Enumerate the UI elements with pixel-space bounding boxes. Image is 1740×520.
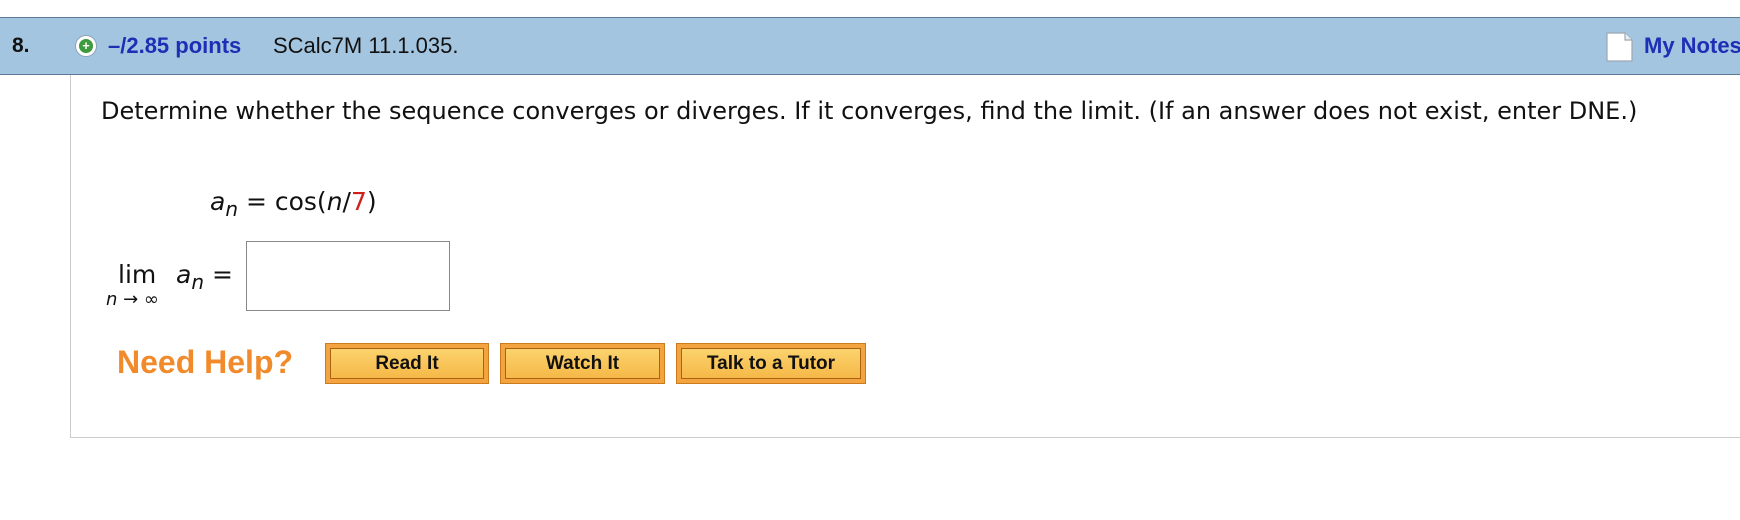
- formula-var: a: [210, 187, 226, 216]
- limit-var-subscript: n: [191, 270, 205, 294]
- my-notes-link[interactable]: My Notes: [1644, 33, 1740, 59]
- limit-subscript: n → ∞: [106, 289, 159, 310]
- points-label: –/2.85 points: [108, 33, 242, 58]
- question-prompt: Determine whether the sequence converges…: [101, 97, 1638, 125]
- formula-slash: /: [342, 187, 351, 216]
- formula-close-paren: ): [366, 187, 377, 216]
- question-header: 8. + –/2.85 points SCalc7M 11.1.035. My …: [0, 17, 1740, 75]
- limit-answer-input[interactable]: [246, 241, 450, 311]
- sequence-formula: an = cos(n/7): [210, 187, 377, 221]
- document-icon[interactable]: [1606, 32, 1633, 62]
- plus-circle-icon[interactable]: +: [75, 35, 97, 57]
- limit-operator: lim: [118, 260, 157, 289]
- question-code: SCalc7M 11.1.035.: [273, 33, 459, 58]
- formula-subscript: n: [225, 197, 239, 221]
- question-number: 8.: [12, 34, 30, 57]
- formula-equals-cos: = cos(: [238, 187, 327, 216]
- formula-divisor: 7: [350, 187, 367, 216]
- limit-var: a: [176, 260, 192, 289]
- talk-to-tutor-button[interactable]: Talk to a Tutor: [676, 343, 866, 384]
- read-it-button[interactable]: Read It: [325, 343, 489, 384]
- need-help-label: Need Help?: [117, 344, 294, 380]
- limit-expression: an =: [176, 260, 233, 294]
- limit-equals: =: [204, 260, 233, 289]
- formula-n: n: [326, 187, 343, 216]
- watch-it-button[interactable]: Watch It: [500, 343, 665, 384]
